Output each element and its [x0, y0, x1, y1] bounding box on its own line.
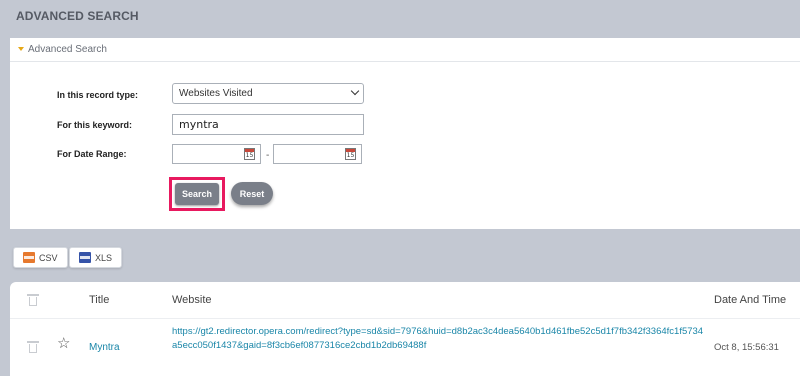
xls-file-icon: [79, 252, 91, 263]
page-title: ADVANCED SEARCH: [16, 9, 139, 23]
calendar-icon[interactable]: 15: [244, 148, 255, 160]
reset-button[interactable]: Reset: [231, 182, 273, 205]
date-range-label: For Date Range:: [57, 149, 127, 159]
row-date-time: Oct 8, 15:56:31: [714, 342, 779, 353]
panel-header-label: Advanced Search: [28, 44, 107, 55]
column-header-website[interactable]: Website: [172, 294, 212, 306]
date-to-input[interactable]: 15: [273, 144, 362, 164]
column-header-title[interactable]: Title: [89, 294, 109, 306]
row-website-link[interactable]: https://gt2.redirector.opera.com/redirec…: [172, 325, 707, 353]
caret-down-icon[interactable]: [18, 46, 24, 51]
panel-header[interactable]: Advanced Search: [10, 38, 800, 62]
record-type-select[interactable]: Websites Visited: [172, 83, 364, 104]
date-from-input[interactable]: 15: [172, 144, 261, 164]
chevron-down-icon: [350, 86, 360, 96]
search-button-highlight: Search: [169, 177, 225, 211]
record-type-value: Websites Visited: [179, 88, 253, 99]
trash-icon[interactable]: [27, 341, 39, 353]
export-csv-button[interactable]: CSV: [13, 247, 68, 268]
star-icon[interactable]: ☆: [57, 336, 70, 351]
row-title-link[interactable]: Myntra: [89, 342, 120, 353]
calendar-icon[interactable]: 15: [345, 148, 356, 160]
keyword-label: For this keyword:: [57, 120, 133, 130]
export-xls-button[interactable]: XLS: [69, 247, 123, 268]
csv-label: CSV: [39, 252, 58, 263]
keyword-input[interactable]: [172, 114, 364, 135]
date-separator: -: [266, 150, 270, 161]
trash-icon[interactable]: [27, 294, 39, 306]
record-type-label: In this record type:: [57, 90, 139, 100]
csv-file-icon: [23, 252, 35, 263]
column-header-date-time[interactable]: Date And Time: [714, 294, 786, 306]
advanced-search-panel: Advanced Search In this record type: Web…: [10, 38, 800, 229]
results-table: Title Website Date And Time ☆ Myntra htt…: [10, 282, 800, 376]
row-divider: [10, 318, 800, 319]
search-button[interactable]: Search: [175, 183, 219, 205]
xls-label: XLS: [95, 252, 113, 263]
